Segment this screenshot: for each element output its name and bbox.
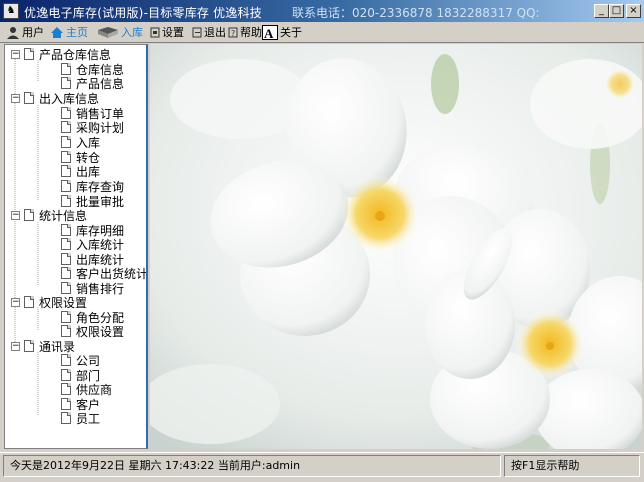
toolbar: 用户 主页 入库 设置 退出 ? 帮助 A 关于: [0, 22, 644, 43]
document-icon: [61, 398, 71, 410]
document-icon: [61, 325, 71, 337]
maximize-button[interactable]: □: [609, 4, 624, 18]
toolbar-home-button[interactable]: 主页: [50, 24, 88, 40]
navigation-tree: − 产品仓库信息 仓库信息 产品信息 − 出入库信息 销售订单 采购计划 入库 …: [4, 44, 148, 449]
title-bar: ♞ 优逸电子库存(试用版)-目标零库存 优逸科技 联系电话：020-233687…: [0, 0, 644, 22]
toolbar-help-label: 帮助: [240, 26, 262, 39]
document-icon: [61, 195, 71, 207]
document-icon: [61, 180, 71, 192]
document-icon: [61, 238, 71, 250]
document-icon: [61, 63, 71, 75]
toolbar-stock-in-button[interactable]: 入库: [97, 24, 143, 40]
collapse-icon[interactable]: −: [11, 341, 20, 351]
svg-text:A: A: [264, 26, 274, 40]
status-help-hint: 按F1显示帮助: [504, 455, 640, 477]
document-icon: [24, 296, 34, 308]
collapse-icon[interactable]: −: [11, 210, 20, 220]
document-icon: [61, 369, 71, 381]
home-icon: [51, 26, 63, 38]
status-datetime-user: 今天是2012年9月22日 星期六 17:43:22 当前用户:admin: [3, 455, 501, 477]
flower-illustration: [150, 44, 642, 449]
close-button[interactable]: ×: [626, 4, 641, 18]
stock-in-icon: [98, 26, 118, 38]
window-title: 优逸电子库存(试用版)-目标零库存 优逸科技: [24, 6, 262, 20]
document-icon: [24, 209, 34, 221]
user-icon: [7, 26, 19, 39]
document-icon: [61, 121, 71, 133]
settings-icon: [150, 27, 160, 37]
document-icon: [61, 412, 71, 424]
exit-icon: [192, 27, 202, 37]
toolbar-help-button[interactable]: ? 帮助: [228, 24, 262, 40]
toolbar-settings-button[interactable]: 设置: [150, 24, 184, 40]
document-icon: [61, 165, 71, 177]
tree-item-employee[interactable]: 员工: [61, 410, 100, 426]
toolbar-about-button[interactable]: A 关于: [262, 24, 302, 40]
document-icon: [61, 354, 71, 366]
document-icon: [61, 151, 71, 163]
toolbar-about-label: 关于: [280, 26, 302, 39]
toolbar-user-button[interactable]: 用户: [6, 24, 44, 40]
collapse-icon[interactable]: −: [11, 93, 20, 103]
toolbar-user-label: 用户: [22, 26, 44, 39]
document-icon: [24, 92, 34, 104]
document-icon: [61, 253, 71, 265]
tree-item-label: 权限设置: [76, 324, 125, 339]
document-icon: [61, 311, 71, 323]
toolbar-exit-label: 退出: [204, 26, 226, 39]
document-icon: [61, 136, 71, 148]
help-icon: ?: [228, 27, 238, 38]
document-icon: [61, 267, 71, 279]
collapse-icon[interactable]: −: [11, 49, 20, 59]
status-bar: 今天是2012年9月22日 星期六 17:43:22 当前用户:admin 按F…: [0, 452, 644, 482]
toolbar-settings-label: 设置: [162, 26, 184, 39]
tree-item-label: 员工: [76, 411, 101, 426]
toolbar-stock-in-label: 入库: [121, 26, 143, 39]
document-icon: [61, 224, 71, 236]
svg-text:?: ?: [231, 29, 235, 38]
document-icon: [61, 282, 71, 294]
app-icon[interactable]: ♞: [3, 3, 19, 19]
document-icon: [61, 107, 71, 119]
collapse-icon[interactable]: −: [11, 297, 20, 307]
about-icon: A: [262, 24, 278, 40]
content-background-image: [150, 44, 642, 449]
document-icon: [24, 48, 34, 60]
minimize-button[interactable]: _: [594, 4, 609, 18]
document-icon: [24, 340, 34, 352]
toolbar-home-label: 主页: [66, 26, 88, 39]
toolbar-exit-button[interactable]: 退出: [192, 24, 226, 40]
document-icon: [61, 77, 71, 89]
document-icon: [61, 383, 71, 395]
contact-info: 联系电话：020-2336878 1832288317 QQ:: [292, 6, 540, 20]
